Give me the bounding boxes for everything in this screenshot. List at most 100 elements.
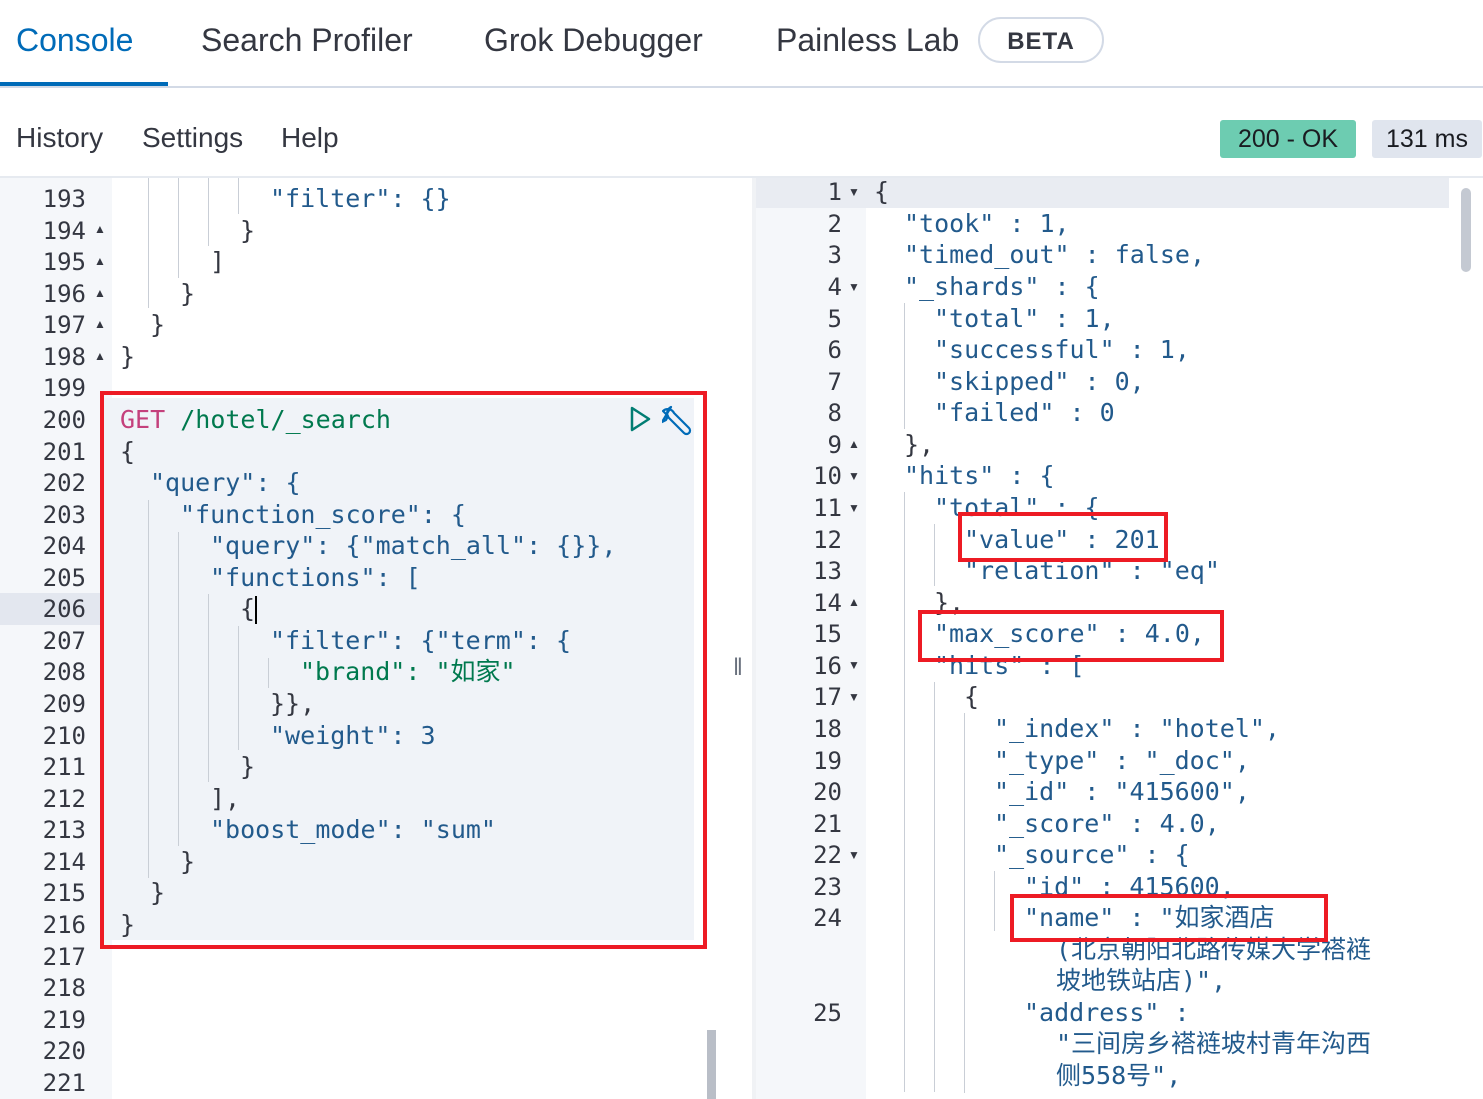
history-link[interactable]: History	[16, 122, 103, 154]
highlight-box-name	[1010, 894, 1328, 942]
code-line: "filter": {}	[270, 184, 451, 213]
code-line: {	[874, 177, 890, 206]
code-line: "total" : 1,	[934, 304, 1115, 333]
code-line: }	[150, 310, 166, 339]
line-number: 213	[42, 816, 86, 844]
indent-guide	[178, 178, 179, 278]
line-number: 193	[42, 185, 86, 213]
line-number: 18	[813, 715, 842, 743]
line-number: 200	[42, 406, 86, 434]
fold-arrow-icon[interactable]: ▼	[848, 690, 860, 704]
line-number: 25	[813, 999, 842, 1027]
fold-arrow-icon[interactable]: ▼	[848, 501, 860, 515]
status-badge: 200 - OK	[1220, 120, 1356, 158]
fold-arrow-icon[interactable]: ▼	[848, 658, 860, 672]
line-number: 218	[42, 974, 86, 1002]
line-number: 195	[42, 248, 86, 276]
line-number: 6	[827, 336, 842, 364]
line-number: 205	[42, 564, 86, 592]
code-line: "_index" : "hotel",	[994, 714, 1280, 743]
settings-link[interactable]: Settings	[142, 122, 243, 154]
line-number: 4	[827, 273, 842, 301]
line-number: 23	[813, 873, 842, 901]
line-number: 13	[813, 557, 842, 585]
indent-guide	[934, 682, 935, 1092]
tab-console[interactable]: Console	[16, 22, 133, 59]
code-line: "_score" : 4.0,	[994, 809, 1220, 838]
line-number: 216	[42, 911, 86, 939]
line-number: 10	[813, 462, 842, 490]
indent-guide	[994, 871, 995, 931]
fold-arrow-icon[interactable]: ▲	[94, 254, 106, 268]
line-number: 12	[813, 526, 842, 554]
line-number: 5	[827, 305, 842, 333]
fold-arrow-icon[interactable]: ▼	[848, 280, 860, 294]
code-line: "failed" : 0	[934, 398, 1115, 427]
code-line: }	[240, 216, 256, 245]
line-number: 24	[813, 904, 842, 932]
resize-handle-icon[interactable]: ‖	[733, 654, 743, 682]
indent-guide	[148, 178, 149, 308]
line-number: 19	[813, 747, 842, 775]
line-number: 220	[42, 1037, 86, 1065]
line-number: 214	[42, 848, 86, 876]
line-number: 197	[42, 311, 86, 339]
line-number: 20	[813, 778, 842, 806]
line-number: 1	[827, 178, 842, 206]
code-line: "took" : 1,	[904, 209, 1070, 238]
request-scrollbar[interactable]	[707, 1030, 716, 1099]
fold-arrow-icon[interactable]: ▲	[94, 317, 106, 331]
fold-arrow-icon[interactable]: ▲	[94, 349, 106, 363]
line-number: 206	[42, 595, 86, 623]
line-number: 199	[42, 374, 86, 402]
code-line: },	[904, 430, 935, 459]
line-number: 219	[42, 1006, 86, 1034]
help-link[interactable]: Help	[281, 122, 339, 154]
line-number: 221	[42, 1069, 86, 1097]
code-line: "successful" : 1,	[934, 335, 1190, 364]
fold-arrow-icon[interactable]: ▼	[848, 848, 860, 862]
line-number: 17	[813, 683, 842, 711]
line-number: 194	[42, 217, 86, 245]
fold-arrow-icon[interactable]: ▼	[848, 185, 860, 199]
code-line: {	[964, 682, 980, 711]
response-active-line	[756, 178, 1449, 208]
code-line: "address" :	[1024, 998, 1190, 1027]
line-number: 198	[42, 343, 86, 371]
fold-arrow-icon[interactable]: ▲	[848, 437, 860, 451]
code-line: "_source" : {	[994, 840, 1190, 869]
beta-badge: BETA	[978, 17, 1104, 63]
code-line: }	[180, 279, 196, 308]
line-number: 3	[827, 241, 842, 269]
line-number: 207	[42, 627, 86, 655]
line-number: 14	[813, 589, 842, 617]
line-number: 212	[42, 785, 86, 813]
line-number: 215	[42, 879, 86, 907]
line-number: 209	[42, 690, 86, 718]
line-number: 2	[827, 210, 842, 238]
highlight-box-max-score	[918, 610, 1224, 662]
line-number: 7	[827, 368, 842, 396]
line-number: 8	[827, 399, 842, 427]
line-number: 217	[42, 943, 86, 971]
code-line: 侧558号",	[1056, 1061, 1182, 1090]
code-line: }	[120, 342, 136, 371]
indent-guide	[964, 713, 965, 1093]
line-number: 196	[42, 280, 86, 308]
fold-arrow-icon[interactable]: ▼	[848, 469, 860, 483]
line-number: 202	[42, 469, 86, 497]
tab-grok-debugger[interactable]: Grok Debugger	[484, 22, 703, 59]
line-number: 15	[813, 620, 842, 648]
code-line: 坡地铁站店)",	[1056, 966, 1227, 995]
fold-arrow-icon[interactable]: ▲	[848, 595, 860, 609]
tab-search-profiler[interactable]: Search Profiler	[201, 22, 413, 59]
fold-arrow-icon[interactable]: ▲	[94, 222, 106, 236]
tab-painless-lab[interactable]: Painless Lab	[776, 22, 959, 59]
fold-arrow-icon[interactable]: ▲	[94, 286, 106, 300]
highlight-box-value	[958, 512, 1168, 562]
line-number: 11	[813, 494, 842, 522]
line-number: 22	[813, 841, 842, 869]
code-line: "三间房乡褡裢坡村青年沟西	[1056, 1029, 1372, 1058]
response-scrollbar[interactable]	[1461, 188, 1471, 272]
code-line: "_id" : "415600",	[994, 777, 1250, 806]
